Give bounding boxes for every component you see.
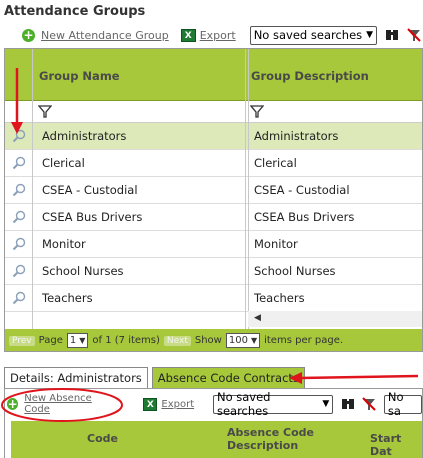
main-toolbar: + New Attendance Group X Export No saved… <box>22 25 421 45</box>
page-select[interactable]: 1 ▼ <box>66 333 89 348</box>
detail-tabs: Details: Administrators Absence Code Con… <box>4 367 309 388</box>
table-row[interactable]: CSEA Bus Drivers CSEA Bus Drivers <box>5 204 422 231</box>
cell-group-name: Teachers <box>42 291 93 305</box>
sub-export-link[interactable]: Export <box>161 399 194 410</box>
page-count-text: of 1 (7 items) <box>92 335 160 346</box>
cell-group-description: CSEA - Custodial <box>254 183 350 197</box>
clear-filter-icon[interactable] <box>362 397 377 411</box>
cell-group-name: Monitor <box>42 237 86 251</box>
export-link[interactable]: Export <box>200 29 236 42</box>
view-icon[interactable] <box>12 264 26 278</box>
chevron-down-icon: ▼ <box>250 336 258 345</box>
cell-group-name: School Nurses <box>42 264 124 278</box>
table-row[interactable]: Clerical Clerical <box>5 150 422 177</box>
chevron-down-icon: ▼ <box>366 30 374 40</box>
chevron-down-icon: ▼ <box>322 399 330 409</box>
view-icon[interactable] <box>12 156 26 170</box>
sub-saved-searches-value: No saved searches <box>216 390 271 418</box>
view-icon[interactable] <box>12 210 26 224</box>
column-header-group-description[interactable]: Group Description <box>251 49 369 101</box>
new-absence-code-link[interactable]: New Absence Code <box>24 393 115 415</box>
column-header-group-name[interactable]: Group Name <box>39 49 120 101</box>
cell-group-description: CSEA Bus Drivers <box>254 210 355 224</box>
cell-group-description: Clerical <box>254 156 297 170</box>
show-label: Show <box>194 335 222 346</box>
cell-group-name: CSEA - Custodial <box>42 183 138 197</box>
cell-group-description: Teachers <box>254 291 305 305</box>
grid-header: Group Name Group Description <box>5 49 422 101</box>
tab-details[interactable]: Details: Administrators <box>4 367 148 388</box>
table-row[interactable]: Teachers Teachers <box>5 285 422 312</box>
sub-saved-searches-value-2: No sa <box>387 390 404 418</box>
view-icon[interactable] <box>12 291 26 305</box>
table-row[interactable]: CSEA - Custodial CSEA - Custodial <box>5 177 422 204</box>
cell-group-description: Administrators <box>254 129 339 143</box>
page-title: Attendance Groups <box>4 4 146 19</box>
horizontal-scrollbar[interactable]: ◀ <box>248 311 422 327</box>
cell-group-name: Clerical <box>42 156 85 170</box>
pager: Prev Page 1 ▼ of 1 (7 items) Next Show 10… <box>5 329 422 351</box>
filter-icon[interactable] <box>38 105 52 118</box>
items-per-page-select[interactable]: 100 ▼ <box>225 333 261 348</box>
cell-group-description: School Nurses <box>254 264 336 278</box>
filter-row <box>5 101 422 123</box>
binoculars-icon[interactable] <box>385 28 399 42</box>
view-icon[interactable] <box>12 183 26 197</box>
cell-group-description: Monitor <box>254 237 298 251</box>
view-icon[interactable] <box>12 237 26 251</box>
table-row[interactable]: Monitor Monitor <box>5 231 422 258</box>
absence-codes-panel: + New Absence Code X Export No saved sea… <box>4 388 423 458</box>
page-value: 1 <box>69 335 77 346</box>
absence-codes-header: Code Absence Code Description Start Dat <box>11 421 422 458</box>
filter-icon[interactable] <box>250 105 264 118</box>
next-page-button[interactable]: Next <box>163 335 191 346</box>
sub-saved-searches-select[interactable]: No saved searches ▼ <box>212 390 334 418</box>
per-page-text: items per page. <box>264 335 344 346</box>
view-icon[interactable] <box>12 129 26 143</box>
page-label: Page <box>38 335 63 346</box>
column-header-start-date[interactable]: Start Dat <box>370 432 422 458</box>
saved-searches-select[interactable]: No saved searches ▼ <box>249 25 378 45</box>
cell-group-name: CSEA Bus Drivers <box>42 210 143 224</box>
clear-filter-icon[interactable] <box>407 28 421 42</box>
saved-searches-value: No saved searches <box>253 28 363 42</box>
prev-page-button[interactable]: Prev <box>9 335 35 346</box>
sub-saved-searches-select-2[interactable]: No sa <box>383 390 422 418</box>
chevron-down-icon: ▼ <box>79 336 86 345</box>
cell-group-name: Administrators <box>42 129 127 143</box>
column-header-absence-code-description[interactable]: Absence Code Description <box>227 426 327 452</box>
new-attendance-group-link[interactable]: New Attendance Group <box>41 29 169 42</box>
add-icon[interactable]: + <box>22 28 35 42</box>
tab-absence-code-contracts[interactable]: Absence Code Contracts <box>151 367 305 388</box>
table-row[interactable]: Administrators Administrators <box>5 123 422 150</box>
attendance-groups-grid: Group Name Group Description Administrat… <box>4 48 423 352</box>
table-row[interactable]: School Nurses School Nurses <box>5 258 422 285</box>
annotation-arrow-left <box>299 374 419 380</box>
excel-icon[interactable]: X <box>143 397 158 411</box>
excel-icon[interactable]: X <box>180 28 196 42</box>
column-header-code[interactable]: Code <box>87 432 118 445</box>
binoculars-icon[interactable] <box>341 397 355 411</box>
sub-toolbar: + New Absence Code X Export No saved sea… <box>5 390 422 418</box>
add-icon[interactable]: + <box>7 398 19 410</box>
items-per-page-value: 100 <box>228 335 248 346</box>
